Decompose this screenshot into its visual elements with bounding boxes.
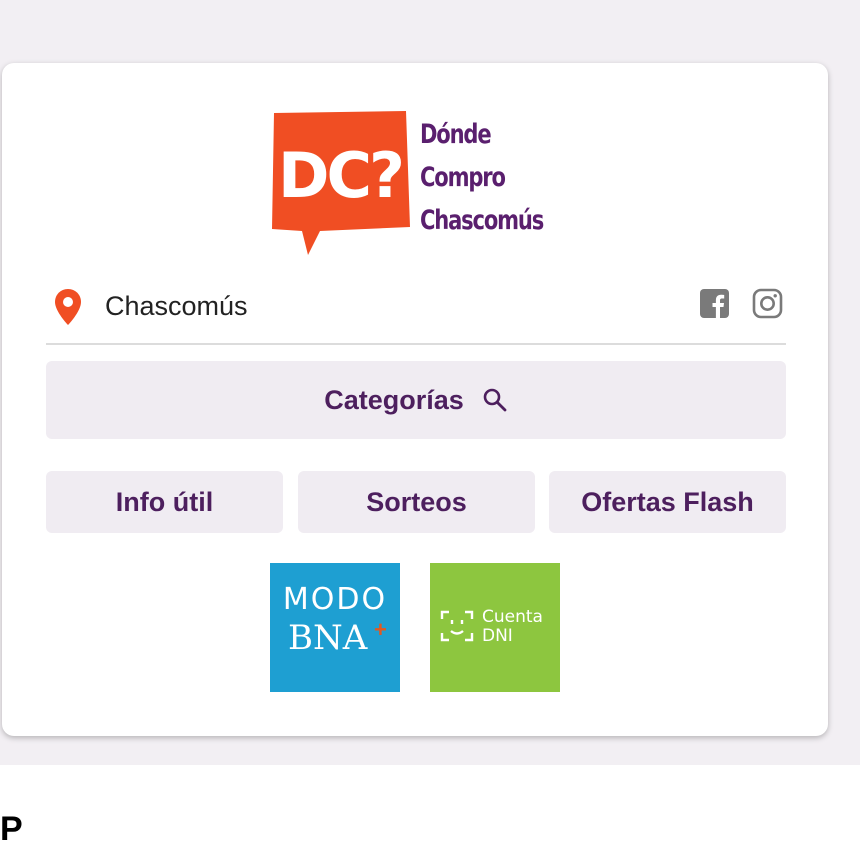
location-label[interactable]: Chascomús (105, 291, 248, 322)
face-scan-icon (440, 610, 474, 642)
logo-mark-text: DC? (278, 139, 402, 212)
ofertas-flash-button[interactable]: Ofertas Flash (549, 471, 786, 533)
cropped-heading: P (0, 810, 23, 848)
map-pin-icon (55, 289, 81, 325)
cuenta-dni-label: Cuenta DNI (482, 608, 543, 646)
logo-wordmark: Dónde Compro Chascomús (420, 113, 544, 242)
categories-button[interactable]: Categorías (46, 361, 786, 439)
modo-label: MODO (282, 582, 388, 617)
logo-line-2: Compro (420, 162, 506, 193)
cuenta-dni-link[interactable]: Cuenta DNI (430, 563, 560, 692)
logo-line-3: Chascomús (420, 205, 544, 236)
logo-speech-bubble: DC? (272, 111, 410, 255)
header-card: DC? Dónde Compro Chascomús Chascomús Cat… (2, 63, 828, 736)
bna-label: BNA (288, 618, 368, 658)
sorteos-button[interactable]: Sorteos (298, 471, 535, 533)
facebook-icon[interactable] (700, 289, 729, 318)
modo-bna-link[interactable]: MODO BNA + (270, 563, 400, 692)
cuenta-label: Cuenta (482, 607, 543, 627)
categories-label: Categorías (324, 384, 464, 415)
dni-label: DNI (482, 626, 513, 646)
modo-plus-sign: + (374, 617, 387, 642)
site-logo[interactable]: DC? Dónde Compro Chascomús (268, 109, 568, 259)
info-util-button[interactable]: Info útil (46, 471, 283, 533)
location-row: Chascomús (46, 281, 786, 345)
instagram-icon[interactable] (752, 288, 783, 319)
search-icon (483, 388, 507, 412)
logo-line-1: Dónde (420, 119, 492, 150)
